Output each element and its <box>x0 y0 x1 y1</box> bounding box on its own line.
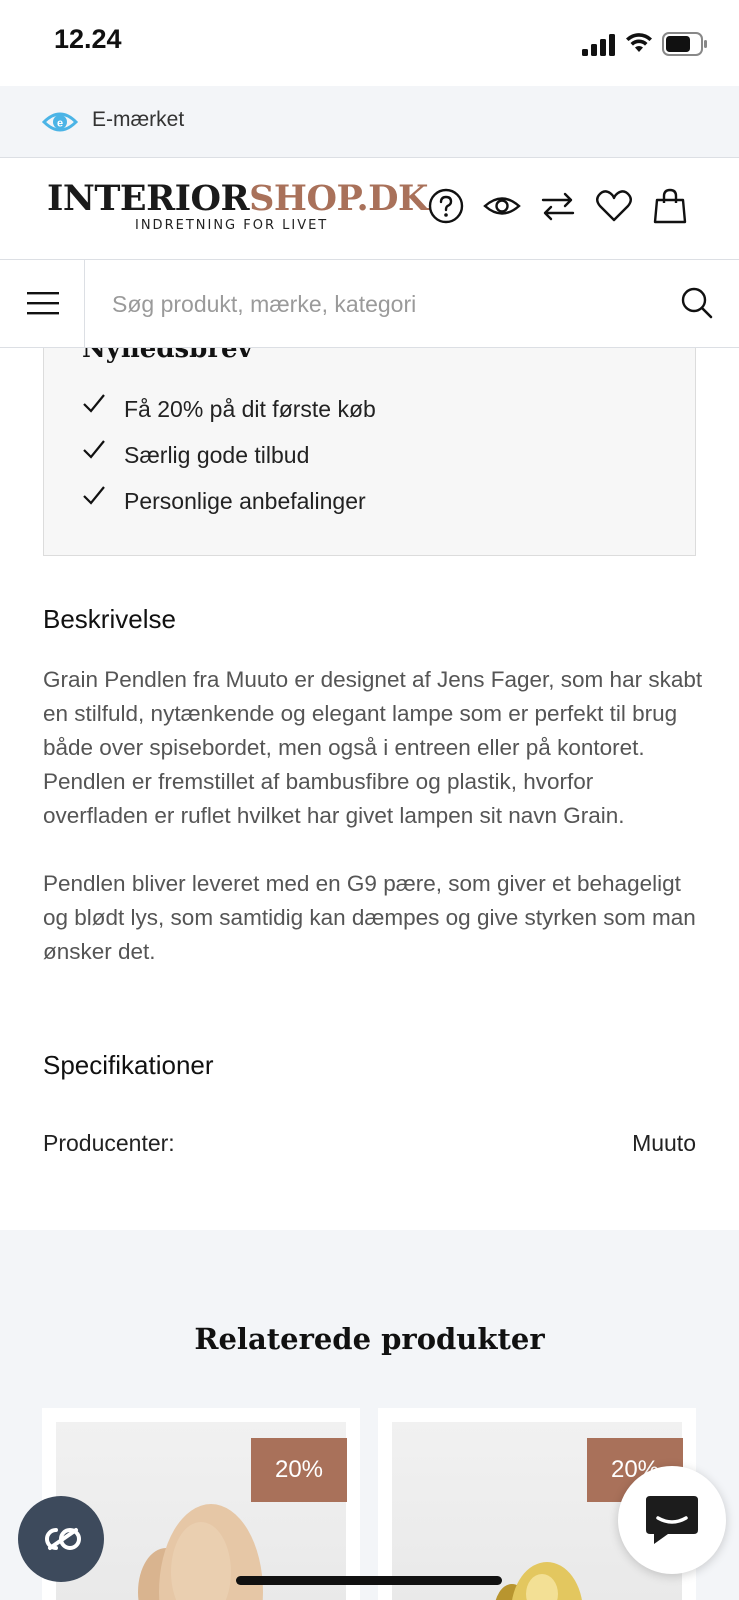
spec-key: Producenter: <box>43 1130 175 1156</box>
checkmark-icon <box>83 440 105 459</box>
description-paragraph: Grain Pendlen fra Muuto er designet af J… <box>43 667 703 828</box>
site-logo[interactable]: INTERIORSHOP.DK INDRETNING FOR LIVET <box>47 178 428 234</box>
search-bar <box>0 260 739 348</box>
checkmark-icon <box>83 486 105 505</box>
checkmark-icon <box>83 394 105 413</box>
logo-tagline: INDRETNING FOR LIVET <box>135 218 329 233</box>
logo-text-interior: INTERIOR <box>47 178 250 219</box>
benefit-text: Særlig gode tilbud <box>124 441 310 468</box>
eye-icon[interactable] <box>482 186 522 226</box>
description-heading: Beskrivelse <box>43 604 176 634</box>
hamburger-icon <box>27 292 59 315</box>
list-item: Få 20% på dit første køb <box>82 386 376 432</box>
benefit-text: Personlige anbefalinger <box>124 487 366 514</box>
spec-value: Muuto <box>632 1130 696 1156</box>
search-input[interactable] <box>112 284 652 324</box>
shopping-bag-icon[interactable] <box>650 186 690 226</box>
emaerket-bar[interactable]: e E-mærket <box>0 86 739 158</box>
wifi-icon <box>626 33 652 52</box>
heart-icon[interactable] <box>594 186 634 226</box>
e-maerket-eye-icon: e <box>42 112 78 132</box>
discount-badge: 20% <box>251 1438 347 1502</box>
search-icon[interactable] <box>680 286 714 320</box>
newsletter-title: Nyhedsbrev <box>82 348 253 364</box>
related-products-heading: Relaterede produkter <box>194 1322 545 1356</box>
compare-icon[interactable] <box>538 186 578 226</box>
status-bar: 12.24 <box>0 0 739 86</box>
logo-text-shop: SHOP.DK <box>249 178 428 219</box>
cookie-settings-icon <box>45 1528 81 1550</box>
site-header: INTERIORSHOP.DK INDRETNING FOR LIVET <box>0 158 739 260</box>
hamburger-menu-button[interactable] <box>0 260 85 347</box>
spec-row: Producenter: Muuto <box>43 1130 696 1164</box>
description-body: Grain Pendlen fra Muuto er designet af J… <box>43 663 703 969</box>
cookie-consent-button[interactable] <box>18 1496 104 1582</box>
newsletter-benefits: Få 20% på dit første køb Særlig gode til… <box>82 386 376 524</box>
specifications-heading: Specifikationer <box>43 1050 214 1080</box>
status-time: 12.24 <box>54 24 122 54</box>
chat-bubble-icon <box>646 1496 698 1544</box>
battery-icon <box>662 32 707 56</box>
svg-text:e: e <box>57 118 63 130</box>
benefit-text: Få 20% på dit første køb <box>124 395 376 422</box>
list-item: Personlige anbefalinger <box>82 478 376 524</box>
chat-button[interactable] <box>618 1466 726 1574</box>
cellular-signal-icon <box>582 34 615 56</box>
emaerket-label: E-mærket <box>92 108 185 131</box>
description-paragraph: Pendlen bliver leveret med en G9 pære, s… <box>43 871 696 964</box>
newsletter-box: Nyhedsbrev Få 20% på dit første køb Særl… <box>43 348 696 556</box>
help-icon[interactable] <box>426 186 466 226</box>
home-indicator <box>236 1576 502 1585</box>
list-item: Særlig gode tilbud <box>82 432 376 478</box>
